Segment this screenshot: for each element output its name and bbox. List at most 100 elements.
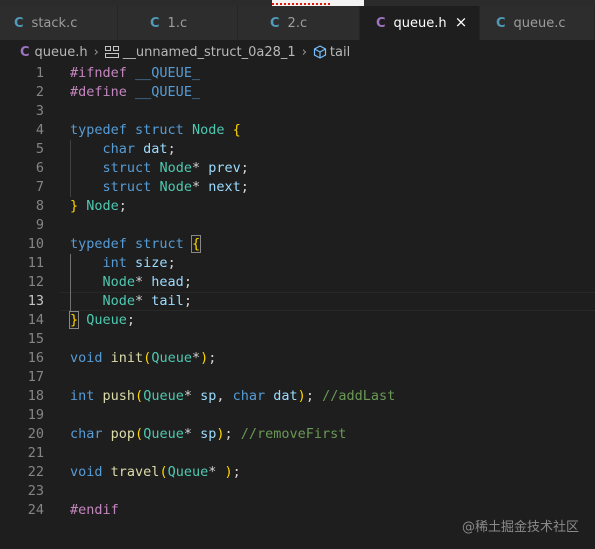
watermark: @稀土掘金技术社区: [461, 520, 579, 535]
code-token: travel: [110, 464, 160, 480]
code-token: ;: [183, 274, 192, 290]
code-text: #endif: [70, 501, 119, 520]
code-token: Node: [159, 179, 192, 195]
code-token: //removeFirst: [240, 426, 347, 442]
code-token: __QUEUE_: [135, 84, 201, 100]
code-token: typedef: [70, 236, 127, 252]
line-number: 3: [35, 103, 44, 119]
code-token: sp: [200, 426, 217, 442]
code-token: dat: [273, 388, 298, 404]
code-token: //addLast: [322, 388, 396, 404]
line-number: 14: [27, 312, 44, 328]
tab-2-c[interactable]: C 2.c: [238, 6, 360, 40]
line-number: 9: [35, 217, 44, 233]
code-token: tail: [151, 293, 184, 309]
code-line: 20 char pop(Queue* sp); //removeFirst: [0, 425, 595, 444]
code-token: #ifndef: [70, 65, 127, 81]
code-line: 13 Node* tail;: [0, 292, 595, 311]
code-token: *: [183, 426, 201, 442]
c-file-icon: C: [150, 15, 160, 31]
code-text: Node* head;: [70, 273, 192, 292]
tab-queue-h[interactable]: C queue.h ×: [360, 6, 480, 40]
code-token: void: [70, 464, 103, 480]
code-token: ;: [183, 293, 192, 309]
tab-stack-c[interactable]: C stack.c: [0, 6, 118, 40]
code-token: ): [216, 426, 225, 442]
line-number: 2: [35, 84, 44, 100]
code-text: typedef struct {: [70, 235, 202, 254]
code-token: #define: [70, 84, 127, 100]
code-text: char dat;: [70, 140, 176, 159]
line-number: 7: [35, 179, 44, 195]
breadcrumb-struct[interactable]: __unnamed_struct_0a28_1: [123, 45, 296, 60]
code-token: (: [135, 388, 144, 404]
line-number: 10: [27, 236, 44, 252]
code-token: Node: [102, 293, 136, 309]
code-line: 10 typedef struct {: [0, 235, 595, 254]
tab-label: queue.c: [513, 15, 566, 31]
code-line: 19: [0, 406, 595, 425]
close-icon[interactable]: ×: [453, 14, 469, 30]
line-number: 17: [27, 369, 44, 385]
code-text: struct Node* next;: [70, 178, 249, 197]
code-token: ;: [305, 388, 323, 404]
struct-icon: [104, 46, 119, 58]
code-text: void init(Queue*);: [70, 349, 216, 368]
code-token: Node: [86, 198, 119, 214]
line-number: 11: [27, 255, 44, 271]
line-number: 19: [27, 407, 44, 423]
chevron-right-icon: ›: [301, 44, 307, 60]
code-token: *: [191, 350, 201, 366]
code-token: char: [102, 141, 136, 157]
code-token: size: [135, 255, 168, 271]
code-token: {: [232, 122, 241, 138]
line-number: 1: [35, 65, 44, 81]
code-token: {: [190, 235, 202, 253]
code-token: ;: [208, 350, 217, 366]
tab-label: 1.c: [167, 15, 188, 31]
code-token: ;: [240, 160, 249, 176]
line-number: 4: [35, 122, 44, 138]
code-token: *: [191, 179, 209, 195]
code-token: *: [183, 388, 201, 404]
c-file-icon: C: [376, 15, 386, 31]
code-token: struct: [102, 179, 152, 195]
code-line: 21: [0, 444, 595, 463]
code-line: 4 typedef struct Node {: [0, 121, 595, 140]
code-line: 5 char dat;: [0, 140, 595, 159]
code-token: ;: [167, 141, 176, 157]
tab-label: stack.c: [31, 15, 78, 31]
line-number: 13: [27, 293, 44, 309]
code-token: *: [208, 464, 225, 480]
code-token: typedef: [70, 122, 127, 138]
breadcrumb-file[interactable]: queue.h: [35, 45, 88, 60]
c-file-icon: C: [20, 44, 30, 60]
code-line: 18 int push(Queue* sp, char dat); //addLa…: [0, 387, 595, 406]
code-token: int: [102, 255, 127, 271]
code-token: push: [102, 388, 136, 404]
code-token: ): [200, 350, 209, 366]
code-line: 6 struct Node* prev;: [0, 159, 595, 178]
breadcrumb: C queue.h › __unnamed_struct_0a28_1 › ta…: [0, 40, 595, 64]
breadcrumb-field[interactable]: tail: [330, 45, 350, 60]
code-token: ): [297, 388, 306, 404]
code-token: pop: [110, 426, 136, 442]
tab-queue-c[interactable]: C queue.c: [480, 6, 595, 40]
code-token: Queue: [86, 312, 127, 328]
code-token: (: [159, 464, 168, 480]
code-text: #define __QUEUE_: [70, 83, 200, 102]
code-token: Queue: [143, 388, 184, 404]
code-token: prev: [208, 160, 241, 176]
tab-1-c[interactable]: C 1.c: [118, 6, 238, 40]
code-token: Node: [102, 274, 136, 290]
code-token: dat: [143, 141, 168, 157]
code-editor[interactable]: 1 #ifndef __QUEUE_ 2 #define __QUEUE_ 3 4 type…: [0, 64, 595, 549]
